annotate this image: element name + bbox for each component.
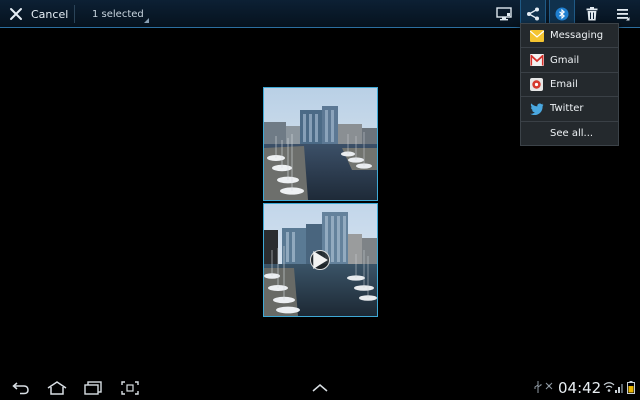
selection-dropdown[interactable]: 1 selected xyxy=(80,0,152,28)
screenshot-icon xyxy=(121,381,139,395)
trash-icon xyxy=(586,7,598,21)
monitor-icon xyxy=(496,7,512,21)
email-icon xyxy=(529,77,544,91)
share-item-twitter[interactable]: Twitter xyxy=(521,97,618,122)
play-icon xyxy=(313,251,328,269)
data-sync-icon xyxy=(545,382,553,390)
bluetooth-icon xyxy=(555,7,569,21)
share-item-see-all[interactable]: See all... xyxy=(521,122,618,146)
recent-apps-icon xyxy=(84,381,102,395)
share-item-gmail[interactable]: Gmail xyxy=(521,48,618,73)
play-button[interactable] xyxy=(310,250,330,270)
dropdown-indicator-icon xyxy=(144,18,149,23)
gmail-icon xyxy=(529,53,544,67)
mini-apps-tray-button[interactable] xyxy=(307,378,333,398)
divider xyxy=(74,5,75,23)
share-menu: Messaging Gmail Email Twitter See all... xyxy=(520,23,619,146)
gallery-thumbnail-video[interactable] xyxy=(263,203,378,317)
cancel-label: Cancel xyxy=(31,7,69,21)
slideshow-button[interactable] xyxy=(491,0,517,28)
screen: Cancel 1 selected Messaging Gmail Email … xyxy=(0,0,640,400)
status-clock: 04:42 xyxy=(558,379,602,397)
chevron-up-icon xyxy=(312,384,328,392)
system-bar: 04:42 xyxy=(0,376,640,400)
screenshot-button[interactable] xyxy=(117,378,143,398)
twitter-bird-icon xyxy=(529,102,544,116)
back-arrow-icon xyxy=(12,382,29,395)
recent-apps-button[interactable] xyxy=(80,378,106,398)
gallery-thumbnail-photo[interactable] xyxy=(263,87,378,201)
selection-count: 1 selected xyxy=(92,8,144,20)
share-item-email[interactable]: Email xyxy=(521,73,618,98)
share-item-label: See all... xyxy=(550,128,594,140)
share-item-label: Twitter xyxy=(550,103,584,115)
signal-strength-icon xyxy=(615,384,623,393)
harbor-photo xyxy=(264,88,377,200)
home-icon xyxy=(47,381,67,395)
envelope-icon xyxy=(529,29,544,43)
usb-icon xyxy=(534,381,542,393)
home-button[interactable] xyxy=(44,378,70,398)
cancel-button[interactable]: Cancel xyxy=(0,0,74,28)
share-item-label: Messaging xyxy=(550,30,604,42)
close-icon xyxy=(10,8,22,20)
share-icon xyxy=(527,7,539,21)
share-item-messaging[interactable]: Messaging xyxy=(521,24,618,49)
wifi-icon xyxy=(603,382,615,392)
share-item-label: Email xyxy=(550,78,578,90)
share-item-label: Gmail xyxy=(550,54,580,66)
battery-icon xyxy=(627,381,635,394)
back-button[interactable] xyxy=(8,378,34,398)
menu-icon xyxy=(617,9,630,21)
